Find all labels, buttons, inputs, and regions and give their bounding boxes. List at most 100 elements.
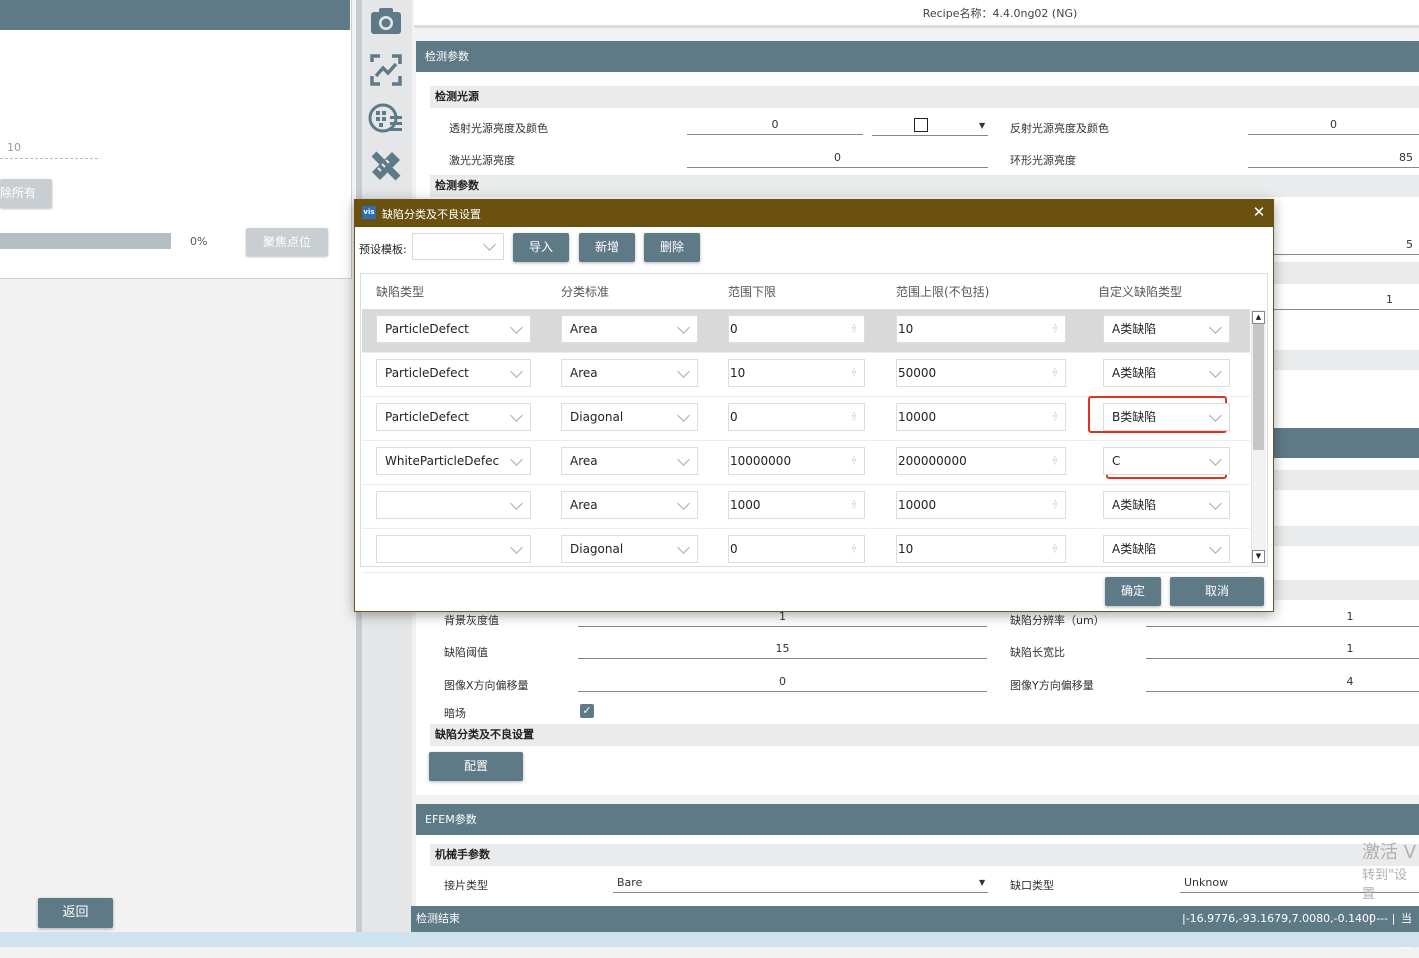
chevron-down-icon bbox=[1209, 541, 1222, 554]
defect-type-select[interactable]: ParticleDefect bbox=[376, 359, 531, 387]
upper-bound-value: 10000 bbox=[898, 410, 937, 424]
partial-value-1[interactable]: 5 bbox=[1274, 237, 1419, 255]
custom-type-select[interactable]: C bbox=[1103, 447, 1230, 475]
defect-type-select[interactable] bbox=[376, 535, 531, 563]
upper-bound-input[interactable]: 10 ▵ ▿ bbox=[896, 535, 1066, 563]
chevron-down-icon bbox=[677, 321, 690, 334]
ruler-pencil-icon[interactable] bbox=[366, 146, 406, 186]
spinner-icon[interactable]: ▵ ▿ bbox=[1051, 322, 1059, 336]
camera-icon[interactable] bbox=[366, 2, 406, 42]
upper-bound-input[interactable]: 10 ▵ ▿ bbox=[896, 315, 1066, 343]
column-header: 范围上限(不包括) bbox=[896, 285, 990, 299]
aspect-value[interactable]: 1 bbox=[1146, 641, 1419, 659]
activation-watermark-line1: 激活 V bbox=[1362, 842, 1417, 863]
ring-value[interactable]: 85 bbox=[1248, 150, 1419, 168]
spinner-icon[interactable]: ▵ ▿ bbox=[850, 366, 858, 380]
darkfield-checkbox[interactable]: ✓ bbox=[580, 704, 594, 718]
lower-bound-input[interactable]: 0 ▵ ▿ bbox=[728, 315, 865, 343]
defect-thresh-label: 缺陷阈值 bbox=[444, 646, 488, 659]
custom-type-select[interactable]: B类缺陷 bbox=[1103, 403, 1230, 431]
spinner-icon[interactable]: ▵ ▿ bbox=[1051, 498, 1059, 512]
upper-bound-input[interactable]: 10000 ▵ ▿ bbox=[896, 491, 1066, 519]
focus-point-button[interactable]: 聚焦点位 bbox=[246, 228, 328, 256]
grid-scrollbar-thumb[interactable] bbox=[1253, 324, 1264, 450]
dialog-titlebar[interactable] bbox=[354, 199, 1274, 227]
spinner-icon[interactable]: ▵ ▿ bbox=[850, 454, 858, 468]
offset-x-value[interactable]: 0 bbox=[578, 674, 987, 692]
transmit-value[interactable]: 0 bbox=[687, 117, 863, 135]
defect-res-label: 缺陷分辨率（um） bbox=[1010, 614, 1105, 627]
app-logo-icon: vis bbox=[362, 206, 376, 219]
spinner-icon[interactable]: ▵ ▿ bbox=[850, 498, 858, 512]
activation-watermark-line2: 转到"设置 bbox=[1362, 868, 1407, 902]
custom-type-select[interactable]: A类缺陷 bbox=[1103, 359, 1230, 387]
back-button[interactable]: 返回 bbox=[38, 898, 113, 928]
preset-select[interactable] bbox=[412, 233, 504, 260]
import-button[interactable]: 导入 bbox=[513, 233, 569, 262]
chevron-down-icon bbox=[1209, 453, 1222, 466]
upper-bound-value: 10000 bbox=[898, 498, 937, 512]
defect-thresh-value[interactable]: 15 bbox=[578, 641, 987, 659]
scroll-up-icon[interactable]: ▲ bbox=[1252, 311, 1265, 324]
partial-value-2[interactable]: 1 bbox=[1274, 292, 1419, 310]
transmit-color-select[interactable]: ▼ bbox=[872, 117, 988, 136]
spinner-icon[interactable]: ▵ ▿ bbox=[1051, 366, 1059, 380]
offset-y-value[interactable]: 4 bbox=[1146, 674, 1419, 692]
clear-all-button[interactable]: 除所有 bbox=[0, 179, 52, 208]
column-header: 分类标准 bbox=[561, 285, 610, 299]
upper-bound-input[interactable]: 10000 ▵ ▿ bbox=[896, 403, 1066, 431]
config-button[interactable]: 配置 bbox=[429, 752, 523, 781]
defect-type-select[interactable]: WhiteParticleDefec bbox=[376, 447, 531, 475]
spinner-icon[interactable]: ▵ ▿ bbox=[850, 410, 858, 424]
criterion-select[interactable]: Area bbox=[561, 359, 698, 387]
scroll-down-icon[interactable]: ▼ bbox=[1252, 550, 1265, 563]
spinner-icon[interactable]: ▵ ▿ bbox=[850, 322, 858, 336]
upper-bound-input[interactable]: 50000 ▵ ▿ bbox=[896, 359, 1066, 387]
delete-button[interactable]: 删除 bbox=[644, 233, 700, 262]
lower-bound-input[interactable]: 10000000 ▵ ▿ bbox=[728, 447, 865, 475]
laser-value[interactable]: 0 bbox=[687, 150, 988, 168]
custom-type-value: A类缺陷 bbox=[1112, 322, 1157, 336]
upper-bound-input[interactable]: 200000000 ▵ ▿ bbox=[896, 447, 1066, 475]
custom-type-select[interactable]: A类缺陷 bbox=[1103, 315, 1230, 343]
wafer-map-icon[interactable] bbox=[366, 98, 406, 138]
spinner-icon[interactable]: ▵ ▿ bbox=[850, 542, 858, 556]
spinner-icon[interactable]: ▵ ▿ bbox=[1051, 454, 1059, 468]
criterion-select[interactable]: Area bbox=[561, 315, 698, 343]
chevron-down-icon bbox=[510, 497, 523, 510]
custom-type-select[interactable]: A类缺陷 bbox=[1103, 535, 1230, 563]
lower-bound-input[interactable]: 10 ▵ ▿ bbox=[728, 359, 865, 387]
partial-subheader-2 bbox=[1274, 350, 1419, 370]
spinner-icon[interactable]: ▵ ▿ bbox=[1051, 410, 1059, 424]
custom-type-value: A类缺陷 bbox=[1112, 542, 1157, 556]
cancel-button[interactable]: 取消 bbox=[1170, 577, 1264, 606]
reflect-value[interactable]: 0 bbox=[1248, 117, 1419, 135]
partial-subheader-3 bbox=[1274, 470, 1419, 490]
efem-section-header: EFEM参数 bbox=[416, 804, 1419, 835]
close-icon[interactable]: ✕ bbox=[1250, 202, 1268, 222]
defect-type-select[interactable]: ParticleDefect bbox=[376, 403, 531, 431]
wafer-type-select[interactable]: Bare ▼ bbox=[613, 874, 988, 893]
criterion-value: Area bbox=[570, 498, 598, 512]
image-adjust-icon[interactable] bbox=[366, 50, 406, 90]
criterion-select[interactable]: Area bbox=[561, 447, 698, 475]
criterion-select[interactable]: Diagonal bbox=[561, 535, 698, 563]
bg-gray-label: 背景灰度值 bbox=[444, 614, 499, 627]
criterion-select[interactable]: Diagonal bbox=[561, 403, 698, 431]
lower-bound-input[interactable]: 0 ▵ ▿ bbox=[728, 403, 865, 431]
status-text: 检测结束 bbox=[416, 912, 460, 925]
defect-type-select[interactable] bbox=[376, 491, 531, 519]
ring-label: 环形光源亮度 bbox=[1010, 154, 1076, 167]
criterion-select[interactable]: Area bbox=[561, 491, 698, 519]
chevron-down-icon bbox=[1209, 365, 1222, 378]
add-button[interactable]: 新增 bbox=[579, 233, 635, 262]
lower-bound-input[interactable]: 0 ▵ ▿ bbox=[728, 535, 865, 563]
lower-bound-value: 10 bbox=[730, 366, 746, 380]
status-bar: 检测结束 |-16.9776,-93.1679,7.0080,-0.1400 |… bbox=[411, 906, 1419, 951]
ok-button[interactable]: 确定 bbox=[1105, 577, 1161, 606]
defect-type-select[interactable]: ParticleDefect bbox=[376, 315, 531, 343]
spinner-icon[interactable]: ▵ ▿ bbox=[1051, 542, 1059, 556]
lower-bound-input[interactable]: 1000 ▵ ▿ bbox=[728, 491, 865, 519]
custom-type-select[interactable]: A类缺陷 bbox=[1103, 491, 1230, 519]
light-source-subheader: 检测光源 bbox=[430, 86, 1419, 108]
